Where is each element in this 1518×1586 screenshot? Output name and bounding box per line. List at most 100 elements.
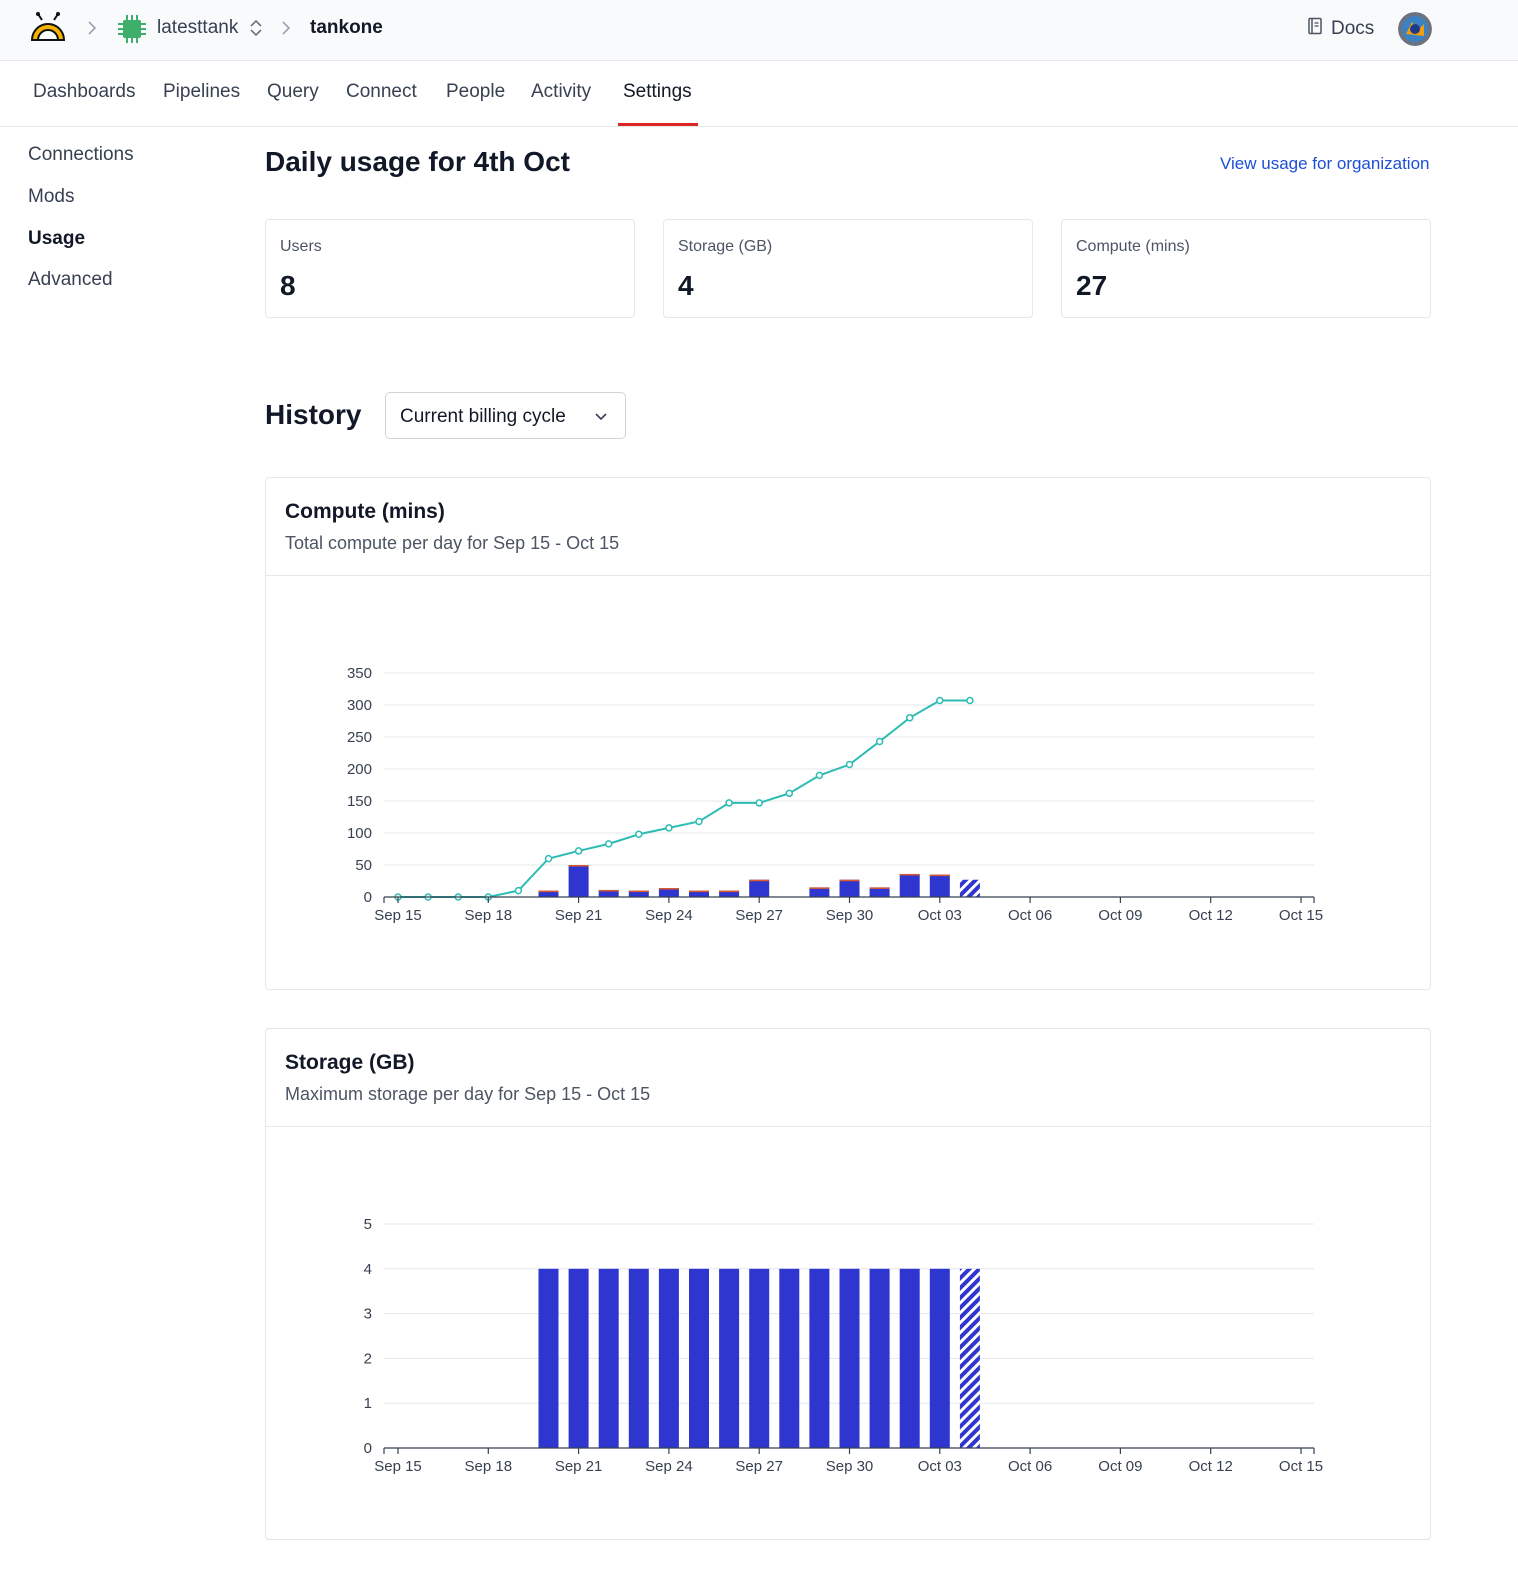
tab-pipelines[interactable]: Pipelines [163, 81, 240, 103]
line-point [905, 714, 914, 722]
bar [839, 1268, 860, 1448]
panel-header: Compute (mins) Total compute per day for… [266, 478, 1430, 576]
bar-top-accent [839, 879, 860, 882]
view-org-usage-link[interactable]: View usage for organization [1220, 154, 1430, 174]
sidebar-item-advanced[interactable]: Advanced [28, 269, 113, 291]
bar [839, 879, 860, 897]
line-point [755, 799, 763, 807]
line-point [845, 760, 854, 769]
panel-header: Storage (GB) Maximum storage per day for… [266, 1029, 1430, 1127]
chevron-right-icon [280, 18, 294, 38]
x-tick-label: Sep 30 [826, 907, 874, 924]
bar [959, 1268, 980, 1448]
stat-card-compute: Compute (mins) 27 [1061, 219, 1431, 318]
y-tick-label: 5 [364, 1216, 372, 1233]
y-tick-label: 350 [347, 665, 372, 682]
x-tick-label: Sep 15 [374, 1458, 422, 1475]
x-tick-label: Sep 27 [735, 1458, 783, 1475]
x-tick-label: Oct 15 [1279, 1458, 1323, 1475]
sidebar-item-connections[interactable]: Connections [28, 144, 134, 166]
bar-top-accent [869, 887, 890, 889]
line-point [574, 847, 583, 855]
bar-top-accent [598, 889, 619, 892]
series-line [398, 699, 970, 898]
y-tick-label: 2 [364, 1350, 372, 1367]
y-tick-label: 250 [347, 729, 372, 746]
x-tick-label: Oct 09 [1098, 907, 1142, 924]
storage-chart: 0 1 2 3 4 5 Sep 15 Sep 18 Sep 21 Sep 24 Sep 27 Sep … [364, 1216, 1323, 1475]
bar [658, 1268, 679, 1448]
stat-value: 4 [678, 270, 694, 301]
tab-connect[interactable]: Connect [346, 81, 417, 103]
x-tick-label: Sep 15 [374, 907, 422, 924]
y-tick-label: 0 [364, 889, 372, 906]
tab-settings[interactable]: Settings [623, 81, 692, 103]
y-tick-label: 150 [347, 793, 372, 810]
tab-activity[interactable]: Activity [531, 81, 591, 103]
docs-link[interactable]: Docs [1307, 16, 1374, 42]
docs-label: Docs [1331, 18, 1375, 39]
bar [779, 1268, 800, 1448]
workspace-name[interactable]: tankone [310, 17, 383, 39]
stat-label: Users [280, 238, 322, 255]
x-tick-label: Sep 24 [645, 1458, 693, 1475]
y-tick-label: 1 [364, 1395, 372, 1412]
bar [628, 1268, 649, 1448]
select-value: Current billing cycle [400, 406, 566, 427]
stat-value: 27 [1076, 270, 1108, 301]
chevron-up-down-icon[interactable] [248, 18, 264, 38]
y-tick-label: 200 [347, 761, 372, 778]
bee-logo-icon[interactable] [28, 12, 68, 44]
avatar[interactable] [1398, 12, 1432, 46]
tab-people[interactable]: People [446, 81, 505, 103]
bar-top-accent [899, 873, 920, 876]
bar [598, 1268, 619, 1448]
x-tick-label: Sep 27 [735, 907, 783, 924]
top-bar: latesttank tankone Docs [0, 0, 1518, 61]
x-tick-label: Oct 12 [1189, 1458, 1233, 1475]
line-point [604, 840, 613, 848]
sidebar-item-usage[interactable]: Usage [28, 228, 85, 250]
storage-chart-panel: Storage (GB) Maximum storage per day for… [265, 1028, 1431, 1540]
tab-query[interactable]: Query [267, 81, 319, 103]
x-tick-label: Sep 21 [555, 1458, 603, 1475]
bar [538, 1268, 559, 1448]
compute-chart: 0 50 100 150 200 250 300 350 Sep 15 Sep 18 Sep 21 S… [347, 665, 1323, 924]
line-point [544, 854, 553, 863]
line-point [635, 830, 643, 839]
chevron-right-icon [86, 18, 100, 38]
x-tick-label: Oct 03 [918, 1458, 962, 1475]
history-title: History [265, 399, 362, 430]
bar [959, 879, 980, 897]
line-point [665, 824, 673, 832]
y-tick-label: 0 [364, 1440, 372, 1457]
line-point [966, 696, 974, 705]
bar [809, 1268, 830, 1448]
chip-icon [116, 13, 148, 45]
stat-label: Storage (GB) [678, 238, 773, 255]
chart-title: Compute (mins) [285, 500, 445, 523]
x-tick-label: Oct 06 [1008, 907, 1052, 924]
y-tick-label: 4 [364, 1261, 372, 1278]
chevron-down-icon [593, 408, 609, 424]
line-point [725, 799, 733, 807]
chart-subtitle: Total compute per day for Sep 15 - Oct 1… [285, 533, 620, 553]
x-tick-label: Oct 09 [1098, 1458, 1142, 1475]
line-point [875, 737, 884, 746]
organization-name[interactable]: latesttank [157, 17, 238, 39]
bar [749, 1268, 770, 1448]
x-tick-label: Oct 15 [1279, 907, 1323, 924]
bar [899, 873, 920, 897]
sidebar-item-mods[interactable]: Mods [28, 186, 74, 208]
bar [568, 1268, 589, 1448]
line-point [936, 696, 944, 705]
page-title: Daily usage for 4th Oct [265, 146, 570, 177]
x-tick-label: Sep 30 [826, 1458, 874, 1475]
tab-dashboards[interactable]: Dashboards [33, 81, 135, 103]
billing-range-select[interactable]: Current billing cycle [385, 392, 626, 439]
x-tick-label: Sep 24 [645, 907, 693, 924]
bar [929, 874, 950, 897]
bar [719, 1268, 740, 1448]
chart-title: Storage (GB) [285, 1051, 415, 1074]
bar [568, 865, 589, 897]
